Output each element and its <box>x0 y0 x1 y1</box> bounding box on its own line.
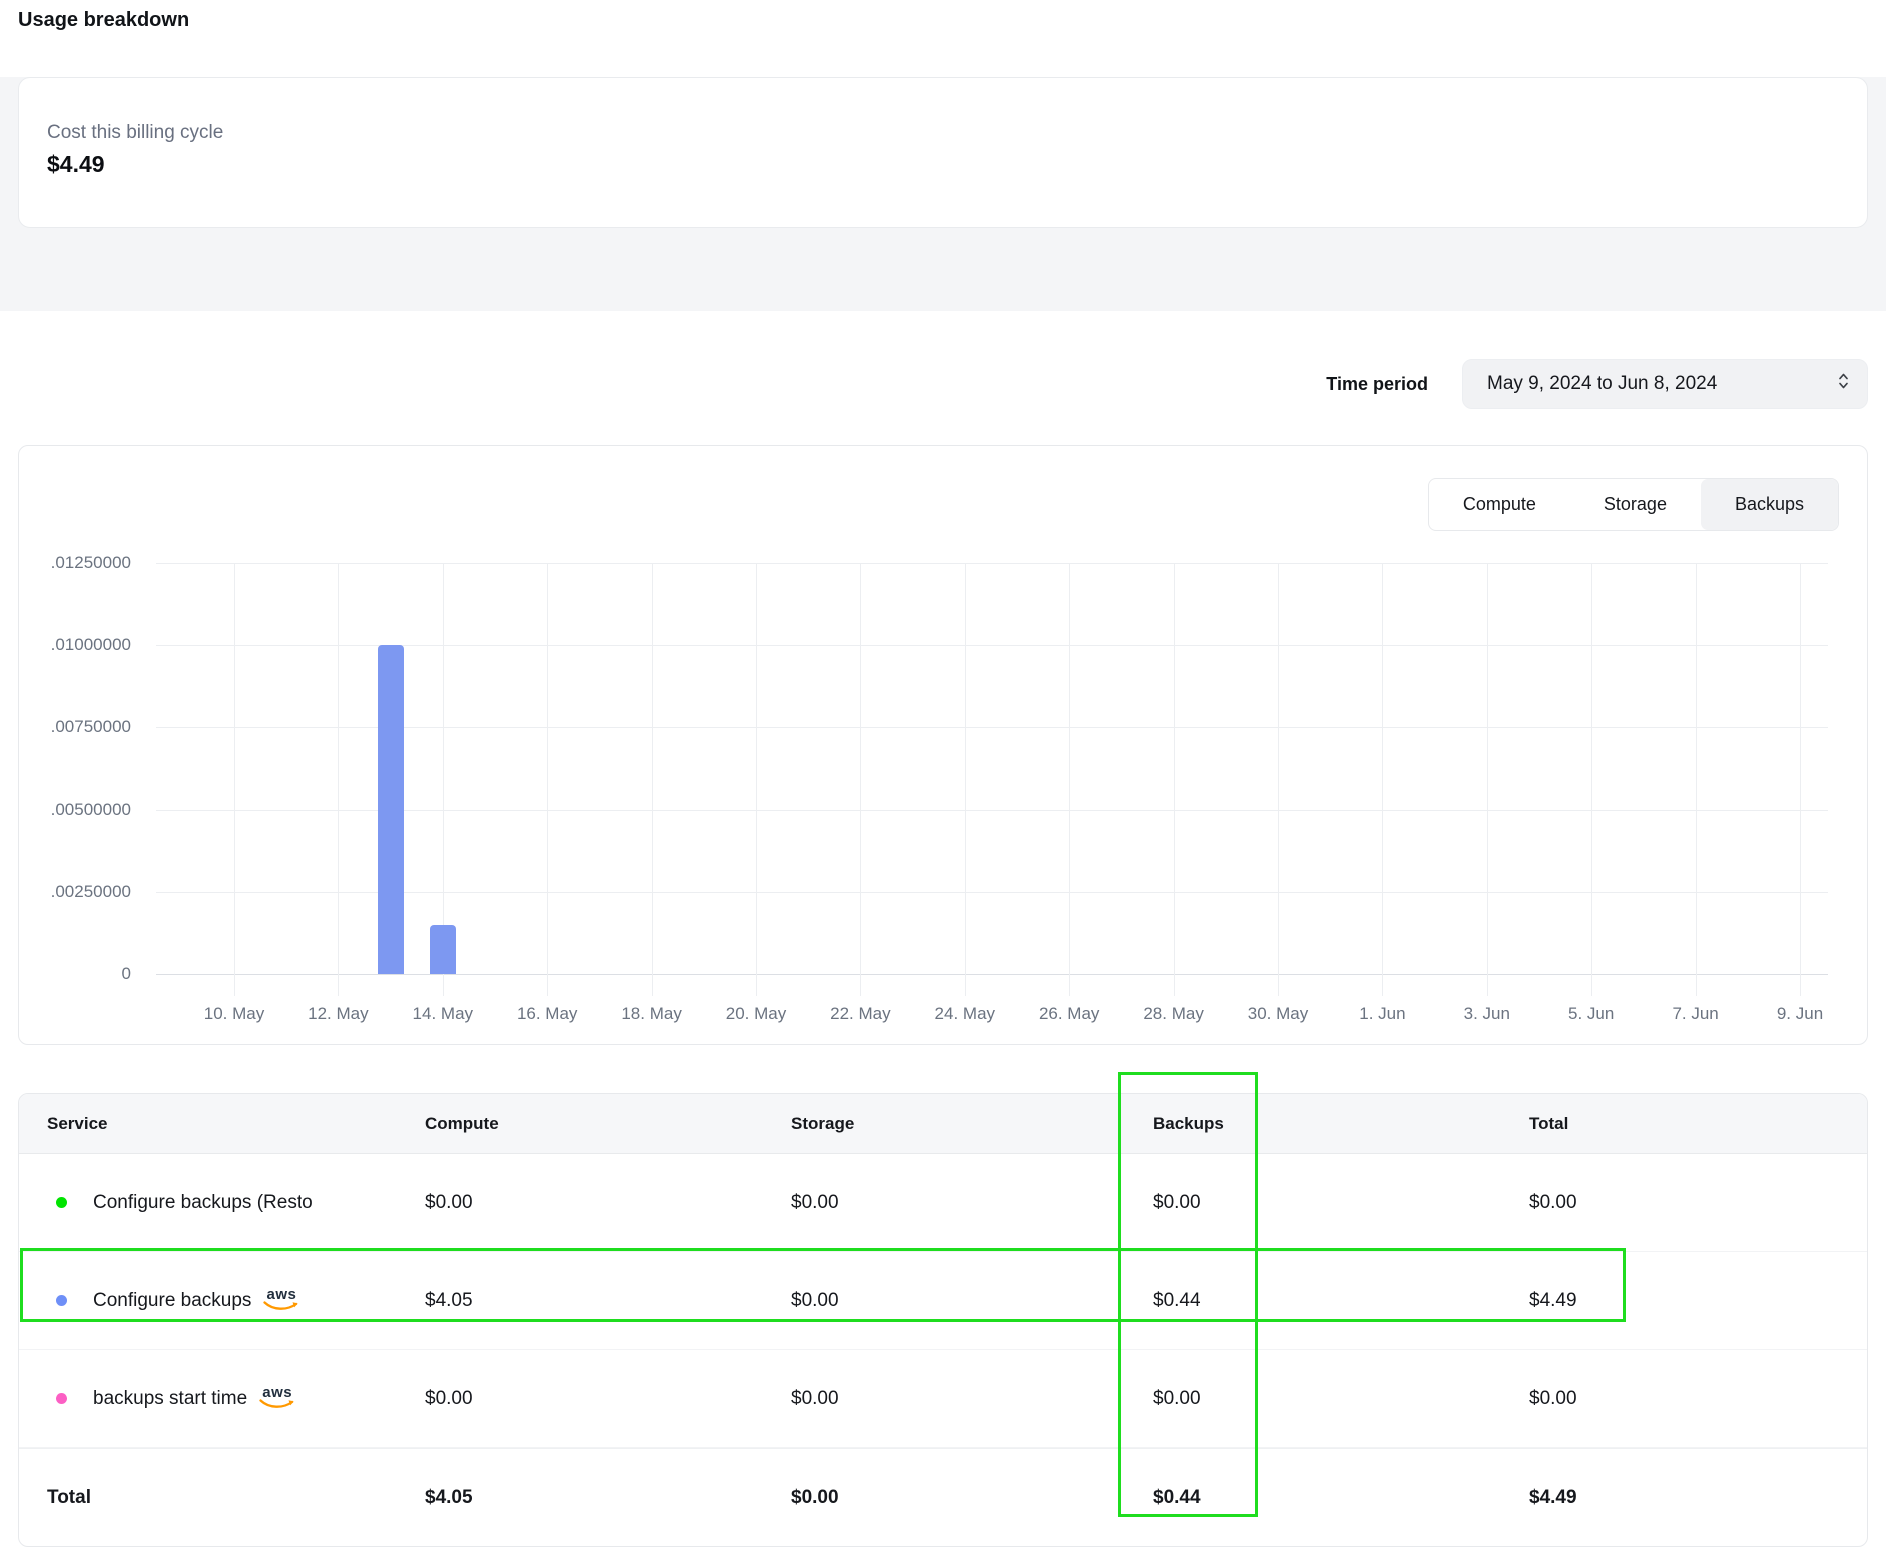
cell-total: $0.00 <box>1529 1388 1867 1410</box>
v-gridline <box>652 563 653 996</box>
column-header-total: Total <box>1529 1114 1867 1134</box>
x-tick-label: 26. May <box>1024 1004 1114 1024</box>
total-label: Total <box>19 1487 425 1509</box>
column-header-storage: Storage <box>791 1114 1153 1134</box>
y-tick-label: 0 <box>36 964 131 984</box>
table-row: Configure backups aws $4.05 $0.00 $0.44 … <box>19 1252 1867 1350</box>
table-total-row: Total $4.05 $0.00 $0.44 $4.49 <box>19 1448 1867 1546</box>
tab-backups[interactable]: Backups <box>1701 479 1838 530</box>
cell-backups: $0.00 <box>1153 1192 1529 1214</box>
cell-total: $0.00 <box>1529 1192 1867 1214</box>
h-gridline <box>156 727 1828 728</box>
x-tick-label: 24. May <box>920 1004 1010 1024</box>
y-tick-label: .01250000 <box>36 553 131 573</box>
cell-storage: $0.00 <box>791 1388 1153 1410</box>
total-total: $4.49 <box>1529 1487 1867 1509</box>
cell-total: $4.49 <box>1529 1290 1867 1312</box>
v-gridline <box>1487 563 1488 996</box>
service-name: backups start time <box>93 1388 247 1410</box>
v-gridline <box>860 563 861 996</box>
chart-bar[interactable] <box>430 925 456 974</box>
cost-value: $4.49 <box>47 148 1839 180</box>
x-tick-label: 12. May <box>293 1004 383 1024</box>
x-tick-label: 7. Jun <box>1651 1004 1741 1024</box>
service-name: Configure backups (Resto <box>93 1192 313 1214</box>
x-tick-label: 5. Jun <box>1546 1004 1636 1024</box>
time-period-value: May 9, 2024 to Jun 8, 2024 <box>1487 373 1717 395</box>
h-gridline <box>156 810 1828 811</box>
tab-compute[interactable]: Compute <box>1429 479 1570 530</box>
h-gridline <box>156 645 1828 646</box>
usage-bar-chart: 0.00250000.00500000.00750000.01000000.01… <box>156 563 1828 974</box>
v-gridline <box>1800 563 1801 996</box>
y-tick-label: .00750000 <box>36 717 131 737</box>
updown-chevron-icon <box>1836 370 1851 398</box>
x-tick-label: 20. May <box>711 1004 801 1024</box>
total-compute: $4.05 <box>425 1487 791 1509</box>
v-gridline <box>547 563 548 996</box>
v-gridline <box>234 563 235 996</box>
v-gridline <box>756 563 757 996</box>
x-tick-label: 10. May <box>189 1004 279 1024</box>
v-gridline <box>1069 563 1070 996</box>
usage-table-card: Service Compute Storage Backups Total Co… <box>18 1093 1868 1547</box>
chart-bar[interactable] <box>378 645 404 974</box>
cell-compute: $0.00 <box>425 1192 791 1214</box>
v-gridline <box>965 563 966 996</box>
cost-label: Cost this billing cycle <box>47 120 1839 146</box>
time-period-label: Time period <box>1326 374 1428 395</box>
cell-backups: $0.00 <box>1153 1388 1529 1410</box>
v-gridline <box>1174 563 1175 996</box>
cell-storage: $0.00 <box>791 1290 1153 1312</box>
v-gridline <box>1382 563 1383 996</box>
y-tick-label: .00500000 <box>36 800 131 820</box>
time-period-select[interactable]: May 9, 2024 to Jun 8, 2024 <box>1462 359 1868 409</box>
x-tick-label: 16. May <box>502 1004 592 1024</box>
billing-summary-band: Cost this billing cycle $4.49 <box>0 77 1886 311</box>
series-dot-green <box>56 1197 67 1208</box>
v-gridline <box>1591 563 1592 996</box>
table-row: backups start time aws $0.00 $0.00 $0.00… <box>19 1350 1867 1448</box>
x-tick-label: 30. May <box>1233 1004 1323 1024</box>
service-name: Configure backups <box>93 1290 251 1312</box>
table-row: Configure backups (Resto $0.00 $0.00 $0.… <box>19 1154 1867 1252</box>
usage-chart-card: Compute Storage Backups 0.00250000.00500… <box>18 445 1868 1045</box>
table-header-row: Service Compute Storage Backups Total <box>19 1094 1867 1154</box>
h-gridline <box>156 974 1828 975</box>
x-tick-label: 9. Jun <box>1755 1004 1845 1024</box>
x-tick-label: 28. May <box>1129 1004 1219 1024</box>
h-gridline <box>156 563 1828 564</box>
total-storage: $0.00 <box>791 1487 1153 1509</box>
total-backups: $0.44 <box>1153 1487 1529 1509</box>
cell-compute: $0.00 <box>425 1388 791 1410</box>
v-gridline <box>1696 563 1697 996</box>
y-tick-label: .01000000 <box>36 635 131 655</box>
x-tick-label: 14. May <box>398 1004 488 1024</box>
cell-compute: $4.05 <box>425 1290 791 1312</box>
page-title: Usage breakdown <box>0 0 1886 33</box>
h-gridline <box>156 892 1828 893</box>
cell-storage: $0.00 <box>791 1192 1153 1214</box>
x-tick-label: 3. Jun <box>1442 1004 1532 1024</box>
x-tick-label: 22. May <box>815 1004 905 1024</box>
cost-card: Cost this billing cycle $4.49 <box>18 77 1868 228</box>
v-gridline <box>338 563 339 996</box>
cell-backups: $0.44 <box>1153 1290 1529 1312</box>
v-gridline <box>1278 563 1279 996</box>
column-header-backups: Backups <box>1153 1114 1529 1134</box>
y-tick-label: .00250000 <box>36 882 131 902</box>
x-tick-label: 1. Jun <box>1337 1004 1427 1024</box>
column-header-compute: Compute <box>425 1114 791 1134</box>
series-dot-pink <box>56 1393 67 1404</box>
tab-storage[interactable]: Storage <box>1570 479 1701 530</box>
column-header-service: Service <box>19 1114 425 1134</box>
time-period-row: Time period May 9, 2024 to Jun 8, 2024 <box>0 359 1886 409</box>
x-tick-label: 18. May <box>607 1004 697 1024</box>
aws-logo: aws <box>263 1288 299 1312</box>
chart-tabs: Compute Storage Backups <box>1428 478 1839 531</box>
series-dot-blue <box>56 1295 67 1306</box>
aws-logo: aws <box>259 1386 295 1410</box>
